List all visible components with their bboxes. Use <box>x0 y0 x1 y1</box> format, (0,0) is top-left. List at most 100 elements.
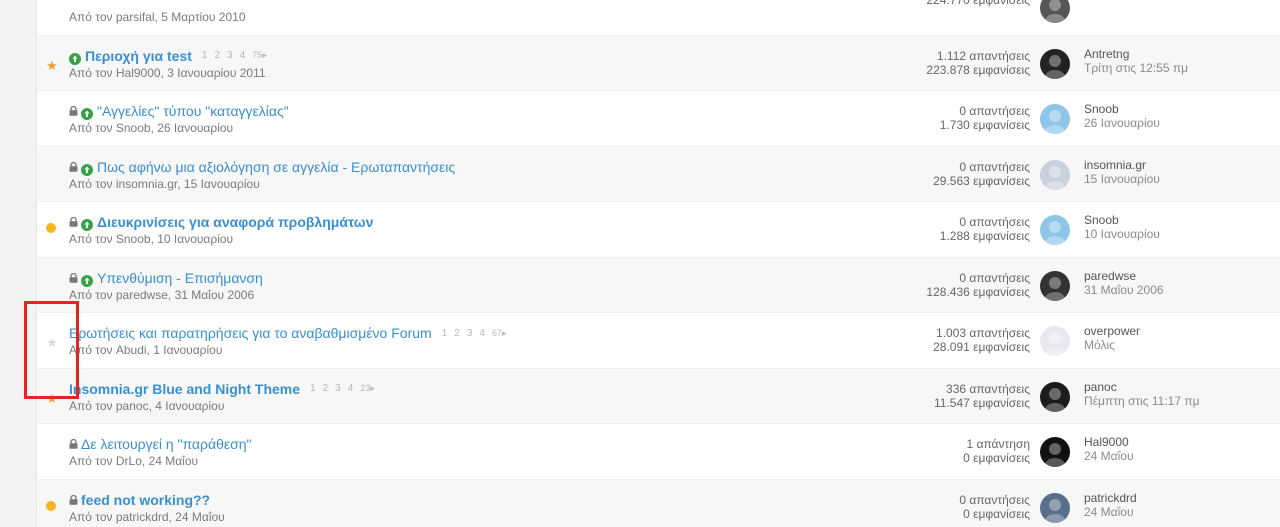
follow-star-icon[interactable]: ★ <box>46 55 58 73</box>
page-link[interactable]: 4 <box>240 50 246 61</box>
last-post-info: paredwse 31 Μαΐου 2006 <box>1084 269 1164 297</box>
page-link[interactable]: 2 <box>454 328 460 339</box>
topic-title-link[interactable]: Δε λειτουργεί η "παράθεση" <box>81 436 252 452</box>
last-poster-name[interactable]: patrickdrd <box>1084 491 1137 505</box>
views-count: 28.091 εμφανίσεις <box>933 340 1030 354</box>
views-count: 223.878 εμφανίσεις <box>926 62 1030 77</box>
arrow-right-icon: ▸ <box>501 327 507 338</box>
forum-topic-list-page: Από τον parsifal, 5 Μαρτίου 2010 224.770 … <box>0 0 1280 527</box>
last-post-date[interactable]: 26 Ιανουαρίου <box>1084 116 1160 130</box>
lock-icon <box>69 272 78 283</box>
page-link[interactable]: 2 <box>323 383 329 394</box>
status-placeholder <box>46 0 58 11</box>
last-post-date[interactable]: Τρίτη στις 12:55 πμ <box>1084 61 1188 75</box>
last-poster-avatar[interactable] <box>1040 437 1070 467</box>
topic-title-link[interactable]: Ερωτήσεις και παρατηρήσεις για το αναβαθ… <box>69 325 432 341</box>
topic-author-date: Από τον patrickdrd, 24 Μαΐου <box>69 509 225 524</box>
replies-count: 1 απάντηση <box>966 437 1031 451</box>
replies-count: 0 απαντήσεις <box>959 215 1030 229</box>
topic-title-link[interactable]: Διευκρινίσεις για αναφορά προβλημάτων <box>97 214 373 230</box>
page-link[interactable]: 3 <box>467 328 473 339</box>
last-poster-name[interactable]: Hal9000 <box>1084 435 1134 449</box>
last-post-date[interactable]: 24 Μαΐου <box>1084 449 1134 463</box>
topic-title-link[interactable]: Περιοχή για test <box>85 48 192 64</box>
left-gutter <box>0 0 37 527</box>
lock-icon <box>69 217 78 227</box>
pinned-icon <box>69 50 81 65</box>
page-link[interactable]: 4 <box>479 328 485 339</box>
last-poster-avatar[interactable] <box>1040 270 1070 301</box>
last-poster-avatar[interactable] <box>1040 492 1070 523</box>
status-placeholder <box>46 443 58 455</box>
views-count: 0 εμφανίσεις <box>963 506 1030 521</box>
topic-row: ★ Ερωτήσεις και παρατηρήσεις για το αναβα… <box>38 313 1280 369</box>
last-post-date[interactable]: 31 Μαΐου 2006 <box>1084 283 1164 297</box>
last-page-link[interactable]: 23▸ <box>360 383 375 394</box>
last-poster-name[interactable]: insomnia.gr <box>1084 158 1160 172</box>
lock-icon <box>69 106 78 116</box>
replies-count: 1.003 απαντήσεις <box>936 326 1030 340</box>
last-post-date[interactable]: 10 Ιανουαρίου <box>1084 227 1160 241</box>
last-poster-name[interactable]: Snoob <box>1084 213 1160 227</box>
topic-title-line: Περιοχή για test 1 2 3 4 75▸ <box>69 47 274 65</box>
topic-row: ★ Insomnia.gr Blue and Night Theme 1 2 3 4 23▸… <box>38 368 1280 424</box>
topic-stats: 0 απαντήσεις 29.563 εμφανίσεις <box>933 160 1030 188</box>
last-poster-avatar[interactable] <box>1040 104 1070 134</box>
last-post-info: Hal9000 24 Μαΐου <box>1084 435 1134 463</box>
topic-author-date: Από τον paredwse, 31 Μαΐου 2006 <box>69 287 255 302</box>
page-link[interactable]: 4 <box>348 383 354 394</box>
replies-count: 1.112 απαντήσεις <box>936 48 1030 63</box>
last-poster-avatar[interactable] <box>1040 215 1070 245</box>
pinned-icon <box>81 161 93 176</box>
last-poster-name[interactable]: Snoob <box>1084 102 1160 116</box>
topic-stats: 336 απαντήσεις 11.547 εμφανίσεις <box>934 382 1030 410</box>
topic-stats: 1.112 απαντήσεις 223.878 εμφανίσεις <box>926 49 1030 77</box>
topic-title-line: "Αγγελίες" τύπου "καταγγελίας" <box>69 102 289 120</box>
last-post-info: Snoob 26 Ιανουαρίου <box>1084 102 1160 130</box>
views-count: 128.436 εμφανίσεις <box>926 284 1030 299</box>
last-post-info: patrickdrd 24 Μαΐου <box>1084 491 1137 519</box>
topic-stats: 1 απάντηση 0 εμφανίσεις <box>963 437 1030 465</box>
last-poster-name[interactable]: overpower <box>1084 324 1140 338</box>
topic-title-line: Ερωτήσεις και παρατηρήσεις για το αναβαθ… <box>69 324 513 342</box>
last-poster-name[interactable]: panoc <box>1084 380 1200 394</box>
topic-pagination: 1 2 3 4 23▸ <box>310 383 382 394</box>
last-poster-avatar[interactable] <box>1040 0 1070 23</box>
last-poster-avatar[interactable] <box>1040 159 1070 190</box>
topic-title-line: Insomnia.gr Blue and Night Theme 1 2 3 4 23▸ <box>69 380 382 398</box>
page-link[interactable]: 3 <box>335 383 341 394</box>
page-link[interactable]: 1 <box>202 50 208 61</box>
topic-title-link[interactable]: "Αγγελίες" τύπου "καταγγελίας" <box>97 103 289 119</box>
arrow-right-icon: ▸ <box>262 50 267 60</box>
topic-title-link[interactable]: Πως αφήνω μια αξιολόγηση σε αγγελία - Ερ… <box>97 159 455 175</box>
last-page-link[interactable]: 75▸ <box>252 50 267 61</box>
topic-title-link[interactable]: feed not working?? <box>81 492 210 508</box>
last-poster-name[interactable]: Antretng <box>1084 47 1188 61</box>
last-post-info: Snoob 10 Ιανουαρίου <box>1084 213 1160 241</box>
last-post-date[interactable]: Πέμπτη στις 11:17 πμ <box>1084 394 1200 408</box>
page-link[interactable]: 3 <box>227 50 233 61</box>
page-link[interactable]: 1 <box>310 383 316 394</box>
last-poster-name[interactable]: paredwse <box>1084 269 1164 283</box>
topic-title-link[interactable]: Υπενθύμιση - Επισήμανση <box>97 270 263 286</box>
topic-stats: 1.003 απαντήσεις 28.091 εμφανίσεις <box>933 326 1030 354</box>
last-post-date[interactable]: Μόλις <box>1084 338 1140 352</box>
topic-title-link[interactable]: Insomnia.gr Blue and Night Theme <box>69 381 300 397</box>
topic-author-date: Από τον Hal9000, 3 Ιανουαρίου 2011 <box>69 65 266 80</box>
last-post-info: panoc Πέμπτη στις 11:17 πμ <box>1084 380 1200 408</box>
views-count: 11.547 εμφανίσεις <box>934 395 1030 410</box>
topic-title-line: Πως αφήνω μια αξιολόγηση σε αγγελία - Ερ… <box>69 158 455 176</box>
page-link[interactable]: 1 <box>442 328 448 339</box>
topic-stats: 0 απαντήσεις 1.288 εμφανίσεις <box>940 215 1030 243</box>
views-count: 224.770 εμφανίσεις <box>926 0 1030 7</box>
last-poster-avatar[interactable] <box>1040 48 1070 79</box>
last-poster-avatar[interactable] <box>1040 381 1070 412</box>
topic-list: Από τον parsifal, 5 Μαρτίου 2010 224.770 … <box>38 0 1280 527</box>
last-post-date[interactable]: 15 Ιανουαρίου <box>1084 172 1160 186</box>
last-page-link[interactable]: 67▸ <box>492 328 507 339</box>
last-post-date[interactable]: 24 Μαΐου <box>1084 505 1137 519</box>
last-poster-avatar[interactable] <box>1040 326 1070 356</box>
topic-title-line: Υπενθύμιση - Επισήμανση <box>69 269 263 287</box>
replies-count: 336 απαντήσεις <box>946 381 1030 396</box>
page-link[interactable]: 2 <box>214 50 220 61</box>
